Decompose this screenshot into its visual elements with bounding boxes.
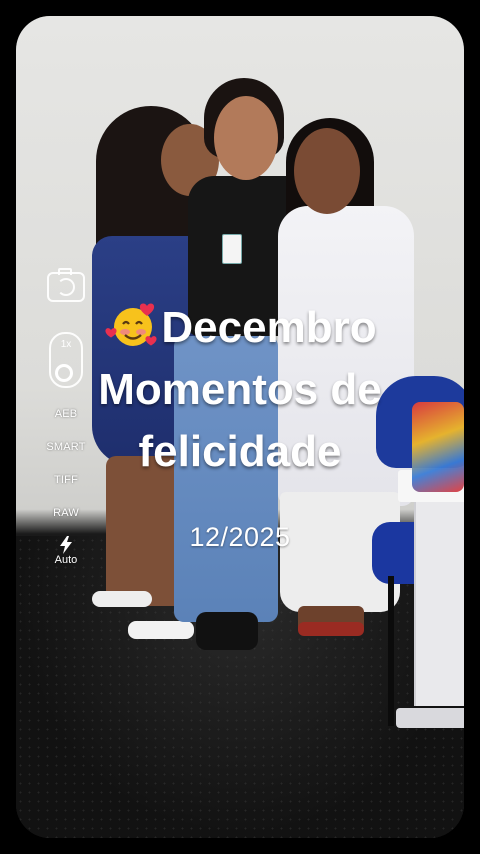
switch-camera-icon[interactable] xyxy=(47,268,85,302)
person-left-shoe xyxy=(92,591,152,607)
chair-leg xyxy=(388,576,394,726)
smiling-face-with-hearts-icon xyxy=(103,302,159,348)
person-left-shoe xyxy=(128,621,194,639)
overlay-title-line2: Momentos de xyxy=(98,365,382,414)
desk-foot xyxy=(396,708,464,728)
person-middle-face xyxy=(214,96,278,180)
overlay-title-line3: felicidade xyxy=(138,427,342,476)
flash-mode-label[interactable]: Auto xyxy=(44,554,88,566)
id-badge xyxy=(222,234,242,264)
person-right-face xyxy=(294,128,360,214)
overlay-title-text: Decembro xyxy=(161,303,377,352)
raw-option[interactable]: RAW xyxy=(44,505,88,522)
overlay-date: 12/2025 xyxy=(189,522,291,552)
person-right-shoe xyxy=(298,622,364,636)
person-middle-shoe xyxy=(196,612,258,650)
overlay-title-line1: Decembro xyxy=(0,300,480,356)
